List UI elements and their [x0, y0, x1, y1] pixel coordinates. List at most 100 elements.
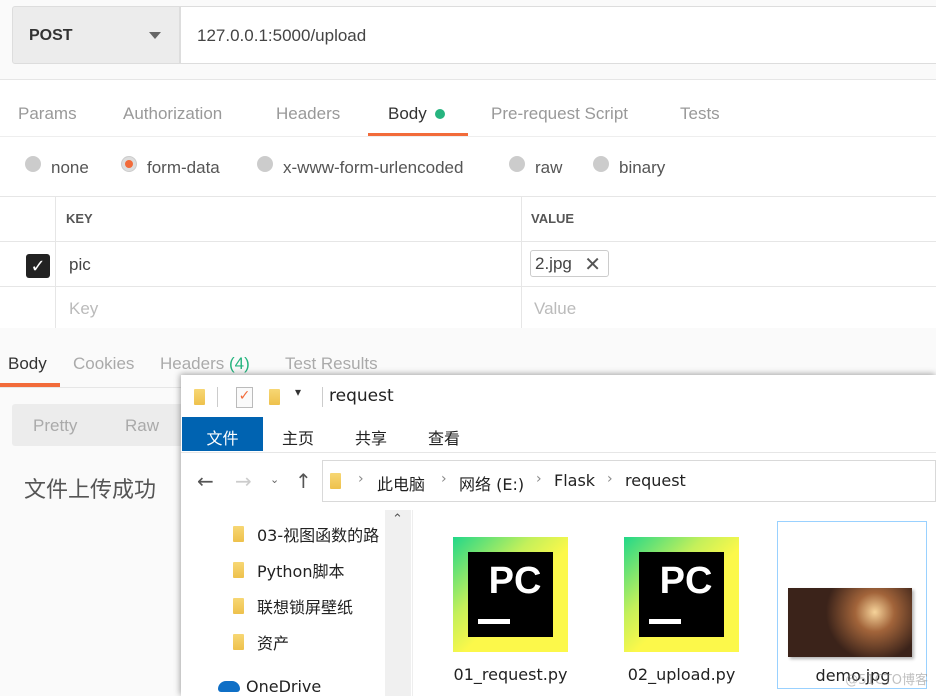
radio-icon: [257, 156, 273, 172]
address-bar[interactable]: › 此电脑 › 网络 (E:) › Flask › request: [322, 460, 936, 502]
column-header-key: KEY: [66, 211, 93, 226]
radio-form-data[interactable]: form-data: [121, 156, 220, 178]
radio-x-www-form-urlencoded[interactable]: x-www-form-urlencoded: [257, 156, 464, 178]
radio-label: form-data: [147, 158, 220, 177]
up-arrow-icon[interactable]: ↑: [295, 469, 312, 493]
file-chip: 2.jpg ✕: [530, 250, 609, 277]
tab-headers[interactable]: Headers: [276, 95, 340, 133]
tab-body[interactable]: Body: [388, 95, 445, 133]
nav-item-label: 资产: [257, 634, 290, 653]
pycharm-icon: PC: [624, 537, 739, 652]
tab-test-results[interactable]: Test Results: [285, 354, 378, 374]
request-bar: POST 127.0.0.1:5000/upload: [0, 0, 936, 80]
file-name: 02_upload.py: [627, 665, 736, 684]
file-name: 2.jpg: [535, 254, 572, 273]
pretty-button[interactable]: Pretty: [33, 416, 77, 436]
nav-item-label: 联想锁屏壁纸: [257, 598, 354, 617]
radio-selected-icon: [121, 156, 137, 172]
folder-icon: [233, 598, 244, 614]
chevron-right-icon: ›: [441, 471, 447, 487]
customize-toolbar-icon[interactable]: ▾: [295, 385, 301, 399]
nav-item-label: 03-视图函数的路: [257, 526, 380, 545]
tab-authorization[interactable]: Authorization: [123, 95, 222, 133]
form-data-table: KEY VALUE pic Key Value: [0, 196, 936, 329]
folder-icon: [233, 562, 244, 578]
response-body-text: 文件上传成功: [24, 478, 157, 503]
recent-locations-chevron-icon[interactable]: ⌄: [270, 473, 279, 486]
radio-icon: [25, 156, 41, 172]
radio-label: none: [51, 158, 89, 177]
folder-icon: [233, 526, 244, 542]
ribbon-tab-view[interactable]: 查看: [428, 417, 460, 451]
nav-item[interactable]: 联想锁屏壁纸: [233, 594, 353, 618]
file-item[interactable]: PC 01_request.py: [413, 510, 608, 696]
divider: [0, 286, 936, 287]
active-tab-underline: [368, 133, 468, 136]
radio-icon: [509, 156, 525, 172]
forward-arrow-icon[interactable]: →: [235, 469, 252, 493]
folder-icon: [330, 473, 341, 489]
tab-body-label: Body: [388, 104, 427, 123]
radio-label: x-www-form-urlencoded: [283, 158, 464, 177]
method-select[interactable]: POST: [12, 6, 180, 64]
image-thumbnail: [788, 588, 912, 657]
new-folder-icon[interactable]: [269, 389, 280, 405]
breadcrumb-this-pc[interactable]: 此电脑: [377, 471, 425, 495]
breadcrumb-drive[interactable]: 网络 (E:): [459, 471, 524, 495]
folder-icon: [233, 634, 244, 650]
key-cell[interactable]: pic: [69, 255, 91, 275]
radio-icon: [593, 156, 609, 172]
url-input[interactable]: 127.0.0.1:5000/upload: [180, 6, 936, 64]
watermark: @51CTO博客: [845, 673, 928, 688]
tab-cookies[interactable]: Cookies: [73, 354, 134, 374]
ribbon-tabs: 文件 主页 共享 查看: [181, 417, 936, 453]
nav-item[interactable]: 03-视图函数的路: [233, 522, 385, 546]
chevron-right-icon: ›: [607, 471, 613, 487]
breadcrumb-request[interactable]: request: [625, 471, 686, 490]
radio-none[interactable]: none: [25, 156, 89, 178]
scroll-up-icon[interactable]: ⌃: [392, 512, 403, 527]
radio-binary[interactable]: binary: [593, 156, 666, 178]
request-tabs: Params Authorization Headers Body Pre-re…: [0, 95, 936, 137]
properties-icon[interactable]: ✓: [236, 387, 253, 408]
file-item[interactable]: PC 02_upload.py: [584, 510, 779, 696]
navigation-pane: 03-视图函数的路 Python脚本 联想锁屏壁纸 资产 OneDrive: [181, 510, 411, 696]
chevron-down-icon: [149, 32, 161, 39]
ribbon-tab-share[interactable]: 共享: [355, 417, 387, 451]
divider: [217, 387, 218, 407]
row-checkbox[interactable]: ✓: [26, 254, 50, 278]
nav-item[interactable]: Python脚本: [233, 558, 344, 582]
breadcrumb-flask[interactable]: Flask: [554, 471, 595, 490]
file-item-selected[interactable]: demo.jpg: [777, 521, 927, 689]
file-name: 01_request.py: [453, 665, 568, 684]
radio-label: raw: [535, 158, 563, 177]
method-value: POST: [29, 27, 73, 44]
divider: [322, 387, 323, 407]
value-input[interactable]: Value: [534, 299, 576, 319]
cloud-icon: [218, 681, 240, 692]
radio-raw[interactable]: raw: [509, 156, 563, 178]
chevron-right-icon: ›: [358, 471, 364, 487]
tab-tests[interactable]: Tests: [680, 95, 720, 133]
file-explorer-window: ✓ ▾ request 文件 主页 共享 查看 ← → ⌄ ↑ › 此电脑 › …: [181, 375, 936, 696]
tab-params[interactable]: Params: [18, 95, 77, 133]
tab-response-headers[interactable]: Headers (4): [160, 354, 250, 374]
status-dot-icon: [434, 109, 445, 119]
back-arrow-icon[interactable]: ←: [197, 469, 214, 493]
divider: [0, 241, 936, 242]
divider: [521, 197, 522, 328]
ribbon-tab-home[interactable]: 主页: [282, 417, 314, 451]
tab-label: Headers: [160, 354, 225, 373]
folder-icon: [194, 389, 205, 405]
close-icon[interactable]: ✕: [584, 252, 601, 277]
radio-label: binary: [619, 158, 666, 177]
raw-button[interactable]: Raw: [125, 416, 159, 436]
tab-pre-request-script[interactable]: Pre-request Script: [491, 95, 628, 133]
key-input[interactable]: Key: [69, 299, 98, 319]
nav-item[interactable]: 资产: [233, 630, 289, 654]
ribbon-tab-file[interactable]: 文件: [182, 417, 263, 451]
active-tab-underline: [0, 383, 60, 387]
scrollbar[interactable]: ⌃: [385, 510, 411, 696]
nav-item-onedrive[interactable]: OneDrive: [218, 677, 321, 696]
tab-response-body[interactable]: Body: [8, 354, 47, 374]
